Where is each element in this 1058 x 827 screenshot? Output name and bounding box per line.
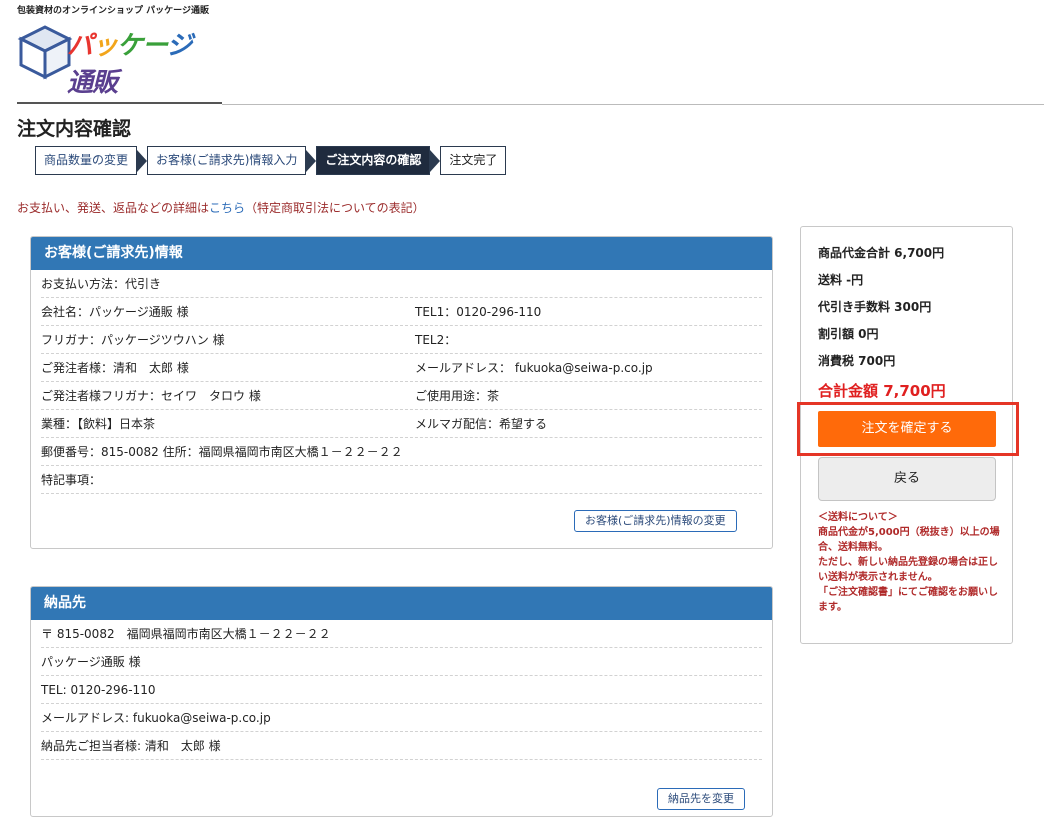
step-confirm: ご注文内容の確認 [316,146,441,175]
step-quantity[interactable]: 商品数量の変更 [35,146,148,175]
shipping-note: ＜送料について＞ 商品代金が5,000円（税抜き）以上の場合、送料無料。 ただし… [818,510,1003,615]
delivery-email-row: メールアドレス: fukuoka@seiwa-p.co.jp [41,704,762,732]
tax: 消費税 700円 [818,354,896,368]
site-tagline: 包装資材のオンラインショップ パッケージ通販 [17,6,209,16]
order-total: 合計金額 7,700円 [818,382,946,400]
shipping-fee: 送料 -円 [818,273,864,287]
shipping-note-line: 「ご注文確認書」にてご確認をお願いします。 [818,587,998,613]
furigana-row: フリガナ：パッケージツウハン 様 TEL2： [41,326,762,354]
industry-row: 業種：【飲料】日本茶 メルマガ配信：希望する [41,410,762,438]
customer-panel-title: お客様(ご請求先)情報 [31,237,772,270]
step-customer-info[interactable]: お客様(ご請求先)情報入力 [147,146,317,175]
shipping-note-line: ＜送料について＞ [818,512,898,523]
checkout-steps: 商品数量の変更 お客様(ご請求先)情報入力 ご注文内容の確認 注文完了 [35,146,507,175]
delivery-panel: 納品先 〒 815-0082 福岡県福岡市南区大橋１－２２－２２ パッケージ通販… [30,586,773,817]
terms-notice: お支払い、発送、返品などの詳細はこちら（特定商取引法についての表記） [17,201,425,215]
delivery-panel-title: 納品先 [31,587,772,620]
terms-link[interactable]: こちら [209,201,245,215]
header-divider-light [222,104,1044,105]
back-button[interactable]: 戻る [818,457,996,501]
site-logo[interactable]: パッケージ通販 [15,17,200,98]
subtotal: 商品代金合計 6,700円 [818,246,945,260]
delivery-name-row: パッケージ通販 様 [41,648,762,676]
page-title: 注文内容確認 [17,118,132,140]
company-row: 会社名：パッケージ通販 様 TEL1：0120-296-110 [41,298,762,326]
delivery-tel-row: TEL: 0120-296-110 [41,676,762,704]
delivery-contact-row: 納品先ご担当者様: 清和 太郎 様 [41,732,762,760]
customer-panel: お客様(ご請求先)情報 お支払い方法：代引き 会社名：パッケージ通販 様 TEL… [30,236,773,549]
change-delivery-button[interactable]: 納品先を変更 [657,788,745,810]
shipping-note-line: 商品代金が5,000円（税抜き）以上の場合、送料無料。 [818,527,1000,553]
step-complete: 注文完了 [440,146,507,175]
remarks-row: 特記事項： [41,466,762,494]
orderer-row: ご発注者様：清和 太郎 様 メールアドレス： fukuoka@seiwa-p.c… [41,354,762,382]
order-summary: 商品代金合計 6,700円 送料 -円 代引き手数料 300円 割引額 0円 消… [797,226,1019,644]
payment-row: お支払い方法：代引き [41,270,762,298]
box-logo-icon [17,25,73,80]
confirm-order-button[interactable]: 注文を確定する [818,411,996,447]
logo-wordmark: パッケージ通販 [67,31,193,98]
change-customer-button[interactable]: お客様(ご請求先)情報の変更 [574,510,737,532]
delivery-address-row: 〒 815-0082 福岡県福岡市南区大橋１－２２－２２ [41,620,762,648]
discount: 割引額 0円 [818,327,879,341]
cod-fee: 代引き手数料 300円 [818,300,932,314]
orderer-furigana-row: ご発注者様フリガナ：セイワ タロウ 様 ご使用用途：茶 [41,382,762,410]
address-row: 郵便番号：815-0082 住所：福岡県福岡市南区大橋１－２２－２２ [41,438,762,466]
shipping-note-line: ただし、新しい納品先登録の場合は正しい送料が表示されません。 [818,557,998,583]
header-divider [17,102,222,104]
